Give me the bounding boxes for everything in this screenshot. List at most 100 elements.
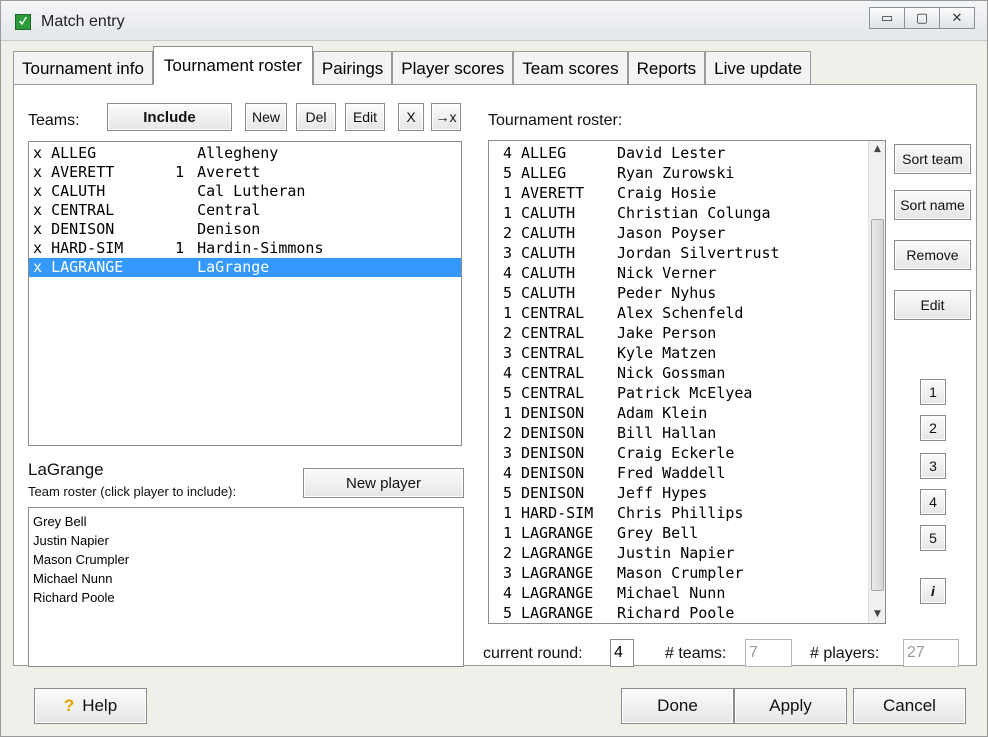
list-item[interactable]: x DENISON Denison — [29, 220, 461, 239]
team-roster-list[interactable]: Grey Bell Justin Napier Mason Crumpler M… — [28, 507, 464, 667]
table-row[interactable]: 3 DENISON Craig Eckerle — [489, 443, 885, 463]
list-item[interactable]: x CENTRAL Central — [29, 201, 461, 220]
player-name: Alex Schenfeld — [617, 304, 744, 322]
sort-name-button[interactable]: Sort name — [894, 190, 971, 220]
board-4-button[interactable]: 4 — [920, 489, 946, 515]
list-item[interactable]: x CALUTH Cal Lutheran — [29, 182, 461, 201]
table-row[interactable]: 5 CENTRAL Patrick McElyea — [489, 383, 885, 403]
table-row[interactable]: 4 ALLEG David Lester — [489, 143, 885, 163]
apply-button[interactable]: Apply — [734, 688, 847, 724]
tab-tournament-info[interactable]: Tournament info — [13, 51, 153, 85]
list-item[interactable]: Michael Nunn — [29, 569, 463, 588]
team-code: LAGRANGE — [521, 524, 594, 542]
table-row[interactable]: 4 CENTRAL Nick Gossman — [489, 363, 885, 383]
list-item[interactable]: x ALLEG Allegheny — [29, 144, 461, 163]
exclude-arrow-button[interactable]: →x — [431, 103, 461, 131]
table-row[interactable]: 1 LAGRANGE Grey Bell — [489, 523, 885, 543]
new-team-button[interactable]: New — [245, 103, 287, 131]
table-row[interactable]: 5 DENISON Jeff Hypes — [489, 483, 885, 503]
sort-team-button[interactable]: Sort team — [894, 144, 971, 174]
table-row[interactable]: 3 CALUTH Jordan Silvertrust — [489, 243, 885, 263]
board-3-button[interactable]: 3 — [920, 453, 946, 479]
table-row[interactable]: 3 CENTRAL Kyle Matzen — [489, 343, 885, 363]
roster-scrollbar[interactable]: ▲ ▼ — [868, 141, 885, 623]
list-item[interactable]: Grey Bell — [29, 512, 463, 531]
table-row[interactable]: 2 DENISON Bill Hallan — [489, 423, 885, 443]
tournament-roster-panel: Teams: Include New Del Edit X →x x ALLEG… — [13, 84, 977, 667]
table-row[interactable]: 2 CENTRAL Jake Person — [489, 323, 885, 343]
edit-player-button[interactable]: Edit — [894, 290, 971, 320]
tab-pairings[interactable]: Pairings — [312, 51, 393, 85]
table-row[interactable]: 2 CALUTH Jason Poyser — [489, 223, 885, 243]
board-number: 3 — [503, 344, 513, 362]
player-name: Fred Waddell — [617, 464, 726, 482]
tab-team-scores[interactable]: Team scores — [513, 51, 628, 85]
delete-team-button[interactable]: Del — [296, 103, 336, 131]
board-5-button[interactable]: 5 — [920, 525, 946, 551]
table-row[interactable]: 1 CALUTH Christian Colunga — [489, 203, 885, 223]
current-round-field[interactable]: 4 — [610, 639, 634, 667]
edit-team-button[interactable]: Edit — [345, 103, 385, 131]
help-button[interactable]: ? Help — [34, 688, 147, 724]
window-title: Match entry — [41, 13, 125, 30]
new-player-button[interactable]: New player — [303, 468, 464, 498]
table-row[interactable]: 1 DENISON Adam Klein — [489, 403, 885, 423]
tab-player-scores[interactable]: Player scores — [392, 51, 514, 85]
done-button[interactable]: Done — [621, 688, 734, 724]
exclude-button[interactable]: X — [398, 103, 424, 131]
cancel-button[interactable]: Cancel — [853, 688, 966, 724]
team-code: AVERETT — [51, 163, 115, 181]
table-row[interactable]: 4 LAGRANGE Michael Nunn — [489, 583, 885, 603]
minimize-button[interactable]: ▭ — [869, 7, 905, 29]
list-item[interactable]: x HARD-SIM 1 Hardin-Simmons — [29, 239, 461, 258]
tab-tournament-roster[interactable]: Tournament roster — [152, 46, 313, 85]
scroll-up-icon[interactable]: ▲ — [869, 141, 885, 158]
close-button[interactable]: ✕ — [939, 7, 975, 29]
board-number: 1 — [503, 504, 513, 522]
board-1-button[interactable]: 1 — [920, 379, 946, 405]
table-row[interactable]: 2 LAGRANGE Justin Napier — [489, 543, 885, 563]
list-item[interactable]: Justin Napier — [29, 531, 463, 550]
app-icon — [15, 14, 31, 30]
player-name: Jeff Hypes — [617, 484, 708, 502]
player-name: Craig Hosie — [617, 184, 717, 202]
board-number: 2 — [503, 324, 513, 342]
team-code: CENTRAL — [51, 201, 115, 219]
list-item-selected[interactable]: x LAGRANGE LaGrange — [29, 258, 461, 277]
list-item[interactable]: Richard Poole — [29, 588, 463, 607]
list-item[interactable]: x AVERETT 1 Averett — [29, 163, 461, 182]
include-button[interactable]: Include — [107, 103, 232, 131]
table-row[interactable]: 4 CALUTH Nick Verner — [489, 263, 885, 283]
tournament-roster-list[interactable]: 4 ALLEG David Lester 5 ALLEG Ryan Zurowski 1… — [488, 140, 886, 624]
scroll-thumb[interactable] — [871, 219, 884, 591]
team-name: Cal Lutheran — [197, 182, 306, 200]
table-row[interactable]: 1 HARD-SIM Chris Phillips — [489, 503, 885, 523]
team-number: 1 — [175, 239, 185, 257]
list-item[interactable]: Mason Crumpler — [29, 550, 463, 569]
board-number: 5 — [503, 284, 513, 302]
table-row[interactable]: 4 DENISON Fred Waddell — [489, 463, 885, 483]
team-code: AVERETT — [521, 184, 585, 202]
remove-button[interactable]: Remove — [894, 240, 971, 270]
info-button[interactable]: i — [920, 578, 946, 604]
board-number: 2 — [503, 224, 513, 242]
scroll-down-icon[interactable]: ▼ — [869, 606, 885, 623]
table-row[interactable]: 5 CALUTH Peder Nyhus — [489, 283, 885, 303]
table-row[interactable]: 3 LAGRANGE Mason Crumpler — [489, 563, 885, 583]
teams-list[interactable]: x ALLEG Allegheny x AVERETT 1 Averett x CAL… — [28, 141, 462, 446]
board-2-button[interactable]: 2 — [920, 415, 946, 441]
tab-reports[interactable]: Reports — [627, 51, 706, 85]
team-code: CALUTH — [51, 182, 106, 200]
team-code: DENISON — [521, 404, 585, 422]
table-row[interactable]: 5 ALLEG Ryan Zurowski — [489, 163, 885, 183]
table-row[interactable]: 5 LAGRANGE Richard Poole — [489, 603, 885, 623]
team-mark: x — [33, 201, 43, 219]
tab-live-update[interactable]: Live update — [705, 51, 812, 85]
table-row[interactable]: 1 CENTRAL Alex Schenfeld — [489, 303, 885, 323]
table-row[interactable]: 1 AVERETT Craig Hosie — [489, 183, 885, 203]
team-code: LAGRANGE — [521, 544, 594, 562]
player-name: Adam Klein — [617, 404, 708, 422]
player-name: Jordan Silvertrust — [617, 244, 780, 262]
board-number: 4 — [503, 584, 513, 602]
maximize-button[interactable]: ▢ — [904, 7, 940, 29]
